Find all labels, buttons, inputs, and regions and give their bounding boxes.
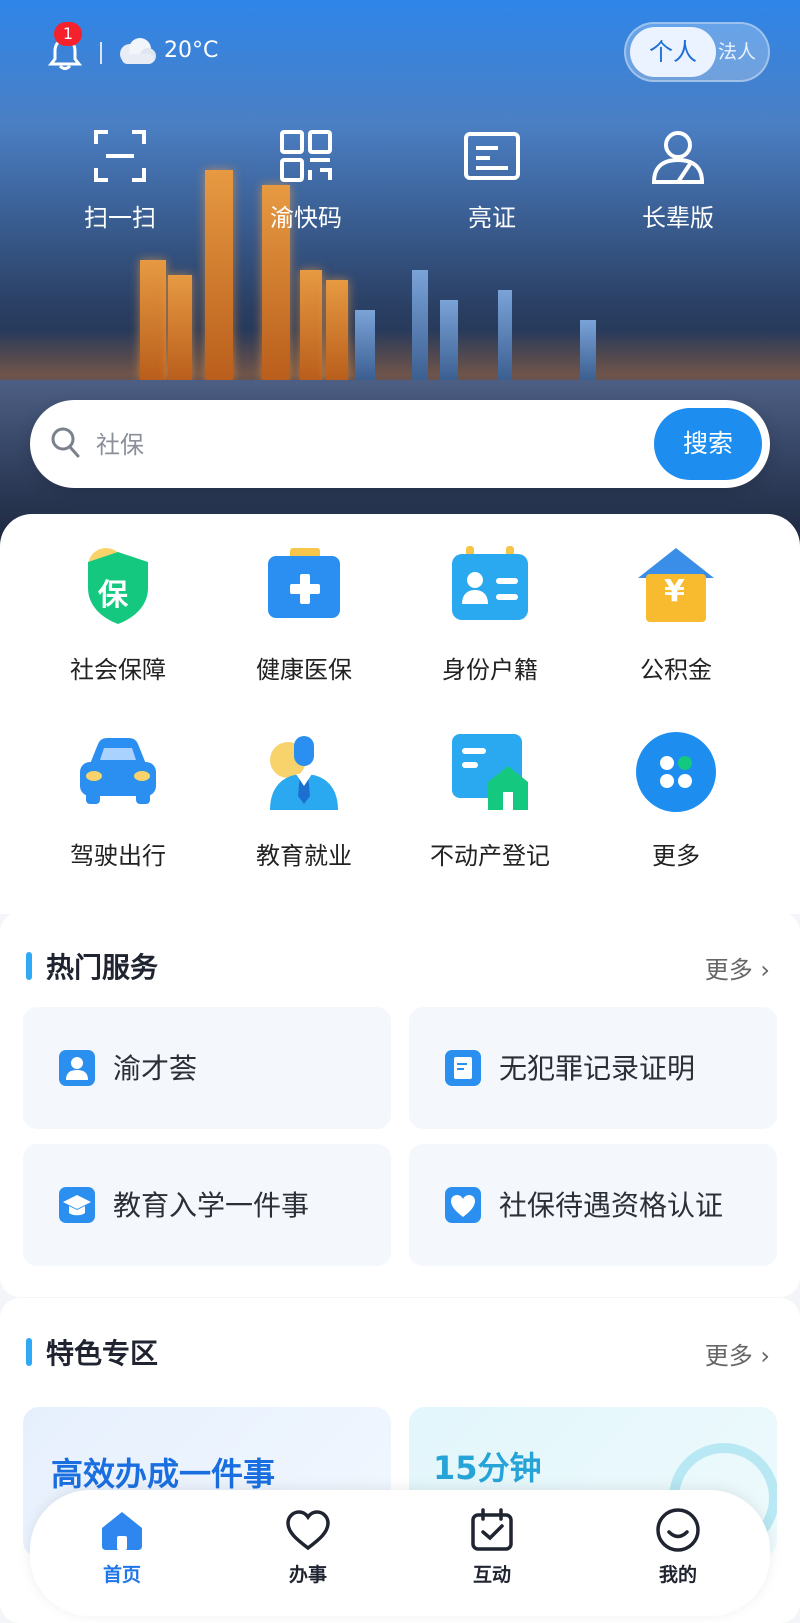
qr-code-icon — [280, 130, 332, 182]
skyline-building — [168, 275, 192, 380]
search-input[interactable] — [94, 420, 638, 470]
tab-label: 首页 — [102, 1564, 141, 1586]
skyline-building — [355, 310, 375, 380]
property-icon — [448, 730, 532, 814]
tab-services[interactable]: 办事 — [248, 1506, 368, 1587]
home-icon — [102, 1512, 142, 1550]
skyline-building — [580, 320, 596, 380]
smile-face-icon — [656, 1508, 700, 1552]
more-label: 更多 — [704, 956, 753, 984]
bottom-tab-bar: 首页 办事 互动 我的 — [30, 1490, 770, 1616]
quick-action-label: 扫一扫 — [84, 204, 156, 232]
service-card-label: 无犯罪记录证明 — [499, 1052, 696, 1085]
temperature-label: 20°C — [164, 38, 219, 63]
more-label: 更多 — [704, 1342, 753, 1370]
service-card[interactable]: 渝才荟 — [23, 1007, 391, 1129]
calendar-check-icon — [471, 1508, 513, 1551]
category-label: 驾驶出行 — [70, 842, 166, 870]
shield-icon-text: 保 — [98, 578, 128, 613]
divider — [100, 42, 102, 64]
heart-icon — [286, 1510, 330, 1551]
shield-icon: 保 — [76, 544, 160, 628]
service-card[interactable]: 无犯罪记录证明 — [409, 1007, 777, 1129]
quick-action-scan[interactable]: 扫一扫 — [40, 128, 200, 233]
quick-action-label: 渝快码 — [270, 204, 342, 232]
id-card-icon — [464, 132, 520, 180]
featured-card-title: 15分钟 — [433, 1449, 542, 1487]
heart-shield-icon — [445, 1187, 481, 1223]
tab-label: 互动 — [472, 1564, 511, 1586]
car-icon — [76, 730, 160, 814]
skyline-building — [412, 270, 428, 380]
service-card[interactable]: 社保待遇资格认证 — [409, 1144, 777, 1266]
house-yuan-icon: ¥ — [634, 544, 718, 628]
section-title: 特色专区 — [26, 1332, 158, 1372]
medical-kit-icon — [262, 544, 346, 628]
featured-card-title: 高效办成一件事 — [51, 1455, 276, 1493]
service-card-label: 社保待遇资格认证 — [499, 1189, 724, 1222]
certificate-icon — [445, 1050, 481, 1086]
notification-badge: 1 — [54, 22, 82, 46]
tab-label: 办事 — [288, 1564, 327, 1586]
tab-interaction[interactable]: 互动 — [432, 1506, 552, 1587]
mode-legal-option[interactable]: 法人 — [718, 22, 756, 82]
hot-services-section: 热门服务 更多 › 渝才荟 无犯罪记录证明 教育入学一件事 社保待遇资格认证 — [0, 912, 800, 1297]
section-title: 热门服务 — [26, 946, 158, 986]
service-card-label: 教育入学一件事 — [113, 1189, 310, 1222]
category-label: 健康医保 — [256, 656, 352, 684]
search-bar: 搜索 — [30, 400, 770, 488]
skyline-building — [140, 260, 166, 380]
skyline-building — [440, 300, 458, 380]
quick-actions: 扫一扫 渝快码 亮证 长辈版 — [0, 128, 800, 238]
mode-personal-option[interactable]: 个人 — [630, 27, 716, 77]
featured-more-link[interactable]: 更多 › — [705, 1336, 770, 1371]
category-grid: 保 社会保障 健康医保 身份户籍 ¥ 公积金 驾驶出行 教育就业 不动产登记 更… — [0, 514, 800, 914]
tab-mine[interactable]: 我的 — [618, 1506, 738, 1587]
category-more[interactable]: 更多 — [586, 730, 766, 871]
quick-action-qr-code[interactable]: 渝快码 — [226, 128, 386, 233]
service-card-label: 渝才荟 — [113, 1052, 198, 1085]
category-driving[interactable]: 驾驶出行 — [28, 730, 208, 871]
cloud-icon — [120, 38, 156, 64]
search-icon — [51, 427, 80, 458]
hot-services-more-link[interactable]: 更多 › — [705, 950, 770, 985]
category-label: 身份户籍 — [442, 656, 538, 684]
category-social-security[interactable]: 保 社会保障 — [28, 544, 208, 685]
chevron-right-icon: › — [760, 1342, 770, 1370]
quick-action-label: 长辈版 — [642, 204, 714, 232]
tab-home[interactable]: 首页 — [62, 1506, 182, 1587]
skyline-building — [326, 280, 348, 380]
skyline-building — [300, 270, 322, 380]
mode-switch[interactable]: 个人 法人 — [624, 22, 770, 82]
id-profile-icon — [448, 544, 532, 628]
service-card[interactable]: 教育入学一件事 — [23, 1144, 391, 1266]
category-education-employment[interactable]: 教育就业 — [214, 730, 394, 871]
category-label: 更多 — [652, 842, 700, 870]
quick-action-label: 亮证 — [468, 204, 516, 232]
chevron-right-icon: › — [760, 956, 770, 984]
yuan-symbol: ¥ — [664, 574, 685, 609]
category-health-insurance[interactable]: 健康医保 — [214, 544, 394, 685]
quick-action-elder-mode[interactable]: 长辈版 — [598, 128, 758, 233]
category-label: 不动产登记 — [430, 842, 550, 870]
category-label: 社会保障 — [70, 656, 166, 684]
top-bar: 1 20°C 个人 法人 — [47, 22, 770, 82]
person-tie-icon — [262, 730, 346, 814]
scan-icon — [94, 130, 146, 182]
elder-mode-icon — [651, 131, 705, 184]
category-label: 公积金 — [640, 656, 712, 684]
talent-icon — [59, 1050, 95, 1086]
category-id-registry[interactable]: 身份户籍 — [400, 544, 580, 685]
search-button[interactable]: 搜索 — [654, 408, 762, 480]
tab-label: 我的 — [658, 1564, 697, 1586]
category-label: 教育就业 — [256, 842, 352, 870]
more-apps-icon — [634, 730, 718, 814]
quick-action-show-id[interactable]: 亮证 — [412, 128, 572, 233]
skyline-building — [498, 290, 512, 380]
category-real-estate[interactable]: 不动产登记 — [400, 730, 580, 871]
graduation-cap-icon — [59, 1187, 95, 1223]
category-housing-fund[interactable]: ¥ 公积金 — [586, 544, 766, 685]
